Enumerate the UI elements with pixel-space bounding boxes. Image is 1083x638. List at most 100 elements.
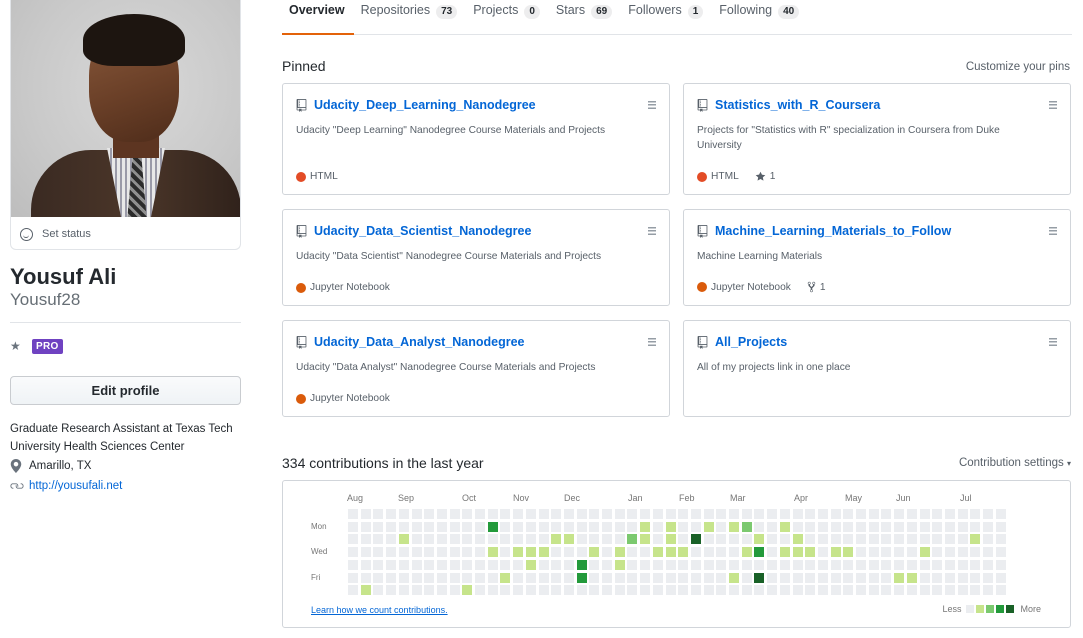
contribution-day[interactable] (538, 521, 549, 532)
repo-link[interactable]: Statistics_with_R_Coursera (715, 98, 880, 112)
contribution-day[interactable] (944, 521, 955, 532)
contribution-day[interactable] (754, 559, 765, 570)
contribution-day[interactable] (398, 534, 409, 545)
contribution-day[interactable] (563, 509, 574, 519)
contribution-day[interactable] (665, 559, 676, 570)
contribution-day[interactable] (500, 547, 511, 558)
contribution-day[interactable] (475, 521, 485, 532)
contribution-day[interactable] (348, 585, 358, 596)
contribution-day[interactable] (602, 521, 612, 532)
contribution-day[interactable] (436, 572, 447, 583)
contribution-day[interactable] (373, 521, 384, 532)
contribution-day[interactable] (589, 547, 600, 558)
contribution-day[interactable] (906, 521, 917, 532)
contribution-day[interactable] (665, 521, 676, 532)
contribution-day[interactable] (767, 534, 778, 545)
contribution-day[interactable] (894, 572, 905, 583)
contribution-day[interactable] (881, 521, 892, 532)
contribution-day[interactable] (843, 534, 854, 545)
contribution-day[interactable] (970, 509, 981, 519)
contribution-day[interactable] (779, 547, 790, 558)
contribution-day[interactable] (881, 585, 892, 596)
contribution-day[interactable] (779, 559, 790, 570)
contribution-day[interactable] (703, 534, 714, 545)
contribution-day[interactable] (906, 559, 917, 570)
contribution-day[interactable] (932, 509, 943, 519)
contribution-day[interactable] (779, 534, 790, 545)
contribution-day[interactable] (805, 509, 816, 519)
contribution-day[interactable] (957, 547, 968, 558)
contribution-day[interactable] (817, 572, 828, 583)
contribution-day[interactable] (411, 585, 422, 596)
contribution-day[interactable] (652, 509, 663, 519)
contribution-day[interactable] (690, 521, 701, 532)
contribution-day[interactable] (995, 572, 1006, 583)
contribution-day[interactable] (843, 521, 854, 532)
contribution-day[interactable] (983, 547, 993, 558)
contribution-day[interactable] (373, 572, 384, 583)
contribution-day[interactable] (932, 559, 943, 570)
contribution-day[interactable] (856, 547, 866, 558)
contribution-day[interactable] (500, 521, 511, 532)
contribution-day[interactable] (424, 547, 435, 558)
contribution-day[interactable] (957, 521, 968, 532)
tab-overview[interactable]: Overview (282, 0, 354, 35)
contribution-day[interactable] (805, 547, 816, 558)
contribution-day[interactable] (754, 585, 765, 596)
contribution-day[interactable] (551, 572, 562, 583)
contribution-day[interactable] (868, 572, 879, 583)
contribution-day[interactable] (716, 509, 727, 519)
contribution-day[interactable] (716, 585, 727, 596)
set-status-button[interactable]: Set status (11, 219, 240, 249)
contribution-day[interactable] (805, 572, 816, 583)
contribution-day[interactable] (970, 534, 981, 545)
contribution-day[interactable] (665, 572, 676, 583)
drag-grip-icon[interactable] (648, 101, 656, 109)
contribution-day[interactable] (538, 547, 549, 558)
contribution-day[interactable] (563, 521, 574, 532)
learn-contributions-link[interactable]: Learn how we count contributions. (311, 605, 448, 615)
contribution-day[interactable] (703, 509, 714, 519)
contribution-day[interactable] (348, 547, 358, 558)
contribution-day[interactable] (805, 559, 816, 570)
contribution-day[interactable] (983, 521, 993, 532)
contribution-day[interactable] (716, 559, 727, 570)
contribution-day[interactable] (525, 509, 536, 519)
contribution-day[interactable] (881, 509, 892, 519)
contribution-day[interactable] (475, 559, 485, 570)
contribution-day[interactable] (754, 521, 765, 532)
contribution-day[interactable] (551, 509, 562, 519)
contribution-day[interactable] (602, 572, 612, 583)
contribution-day[interactable] (589, 521, 600, 532)
contribution-day[interactable] (360, 547, 371, 558)
contribution-day[interactable] (576, 534, 587, 545)
contribution-day[interactable] (995, 521, 1006, 532)
contribution-day[interactable] (830, 559, 841, 570)
contribution-day[interactable] (729, 559, 739, 570)
contribution-day[interactable] (792, 534, 803, 545)
contribution-day[interactable] (462, 559, 473, 570)
contribution-day[interactable] (995, 534, 1006, 545)
tab-followers[interactable]: Followers 1 (621, 0, 712, 35)
contribution-day[interactable] (386, 534, 397, 545)
contribution-day[interactable] (792, 509, 803, 519)
contribution-day[interactable] (868, 521, 879, 532)
contribution-day[interactable] (576, 572, 587, 583)
contribution-day[interactable] (957, 534, 968, 545)
contribution-day[interactable] (957, 585, 968, 596)
contribution-day[interactable] (538, 509, 549, 519)
contribution-day[interactable] (373, 534, 384, 545)
contribution-day[interactable] (462, 509, 473, 519)
contribution-day[interactable] (894, 509, 905, 519)
contribution-day[interactable] (627, 559, 638, 570)
contribution-day[interactable] (817, 509, 828, 519)
contribution-day[interactable] (551, 521, 562, 532)
contribution-day[interactable] (995, 547, 1006, 558)
contribution-day[interactable] (563, 547, 574, 558)
contribution-day[interactable] (449, 572, 460, 583)
contribution-day[interactable] (386, 521, 397, 532)
contribution-day[interactable] (767, 547, 778, 558)
contribution-day[interactable] (614, 521, 625, 532)
contribution-day[interactable] (830, 572, 841, 583)
contribution-day[interactable] (436, 585, 447, 596)
